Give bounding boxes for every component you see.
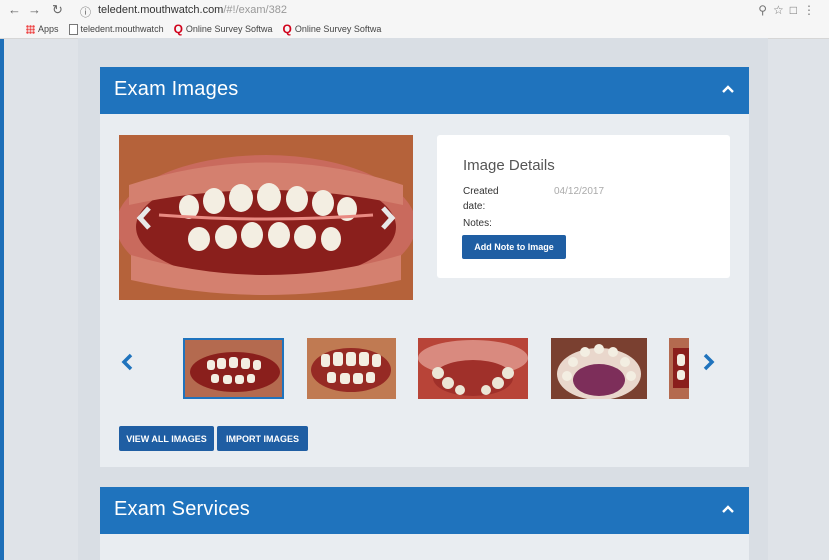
thumbs-next-icon[interactable] (702, 353, 716, 371)
thumbs-prev-icon[interactable] (120, 353, 134, 371)
page-icon (68, 23, 78, 35)
exam-services-header[interactable]: Exam Services (100, 487, 749, 534)
main-exam-image (119, 135, 413, 300)
bookmarks-bar: Apps teledent.mouthwatch Q Online Survey … (26, 22, 381, 36)
created-label-date: date: (463, 201, 486, 212)
reload-icon[interactable]: ↻ (52, 2, 63, 18)
thumbnail-5[interactable] (669, 338, 689, 399)
apps-icon (26, 24, 35, 34)
thumbnail-1[interactable] (183, 338, 284, 399)
url-path: /#!/exam/382 (223, 4, 287, 16)
exam-images-title: Exam Images (114, 78, 239, 100)
thumbnail-2[interactable] (307, 338, 396, 399)
browser-actions: ⚲☆□⋮ (758, 3, 821, 17)
add-note-button[interactable]: Add Note to Image (462, 235, 566, 259)
import-images-button[interactable]: IMPORT IMAGES (217, 426, 308, 451)
key-icon[interactable]: ⚲ (758, 3, 773, 17)
image-details-card: Image Details Created date: 04/12/2017 N… (437, 135, 730, 278)
next-image-icon[interactable] (376, 205, 398, 231)
collapse-icon[interactable] (719, 81, 737, 99)
forward-icon[interactable]: → (28, 2, 41, 17)
browser-chrome: ← → ↻ ⓘ teledent.mouthwatch.com/#!/exam/… (0, 0, 829, 39)
bookmark-survey-2[interactable]: Q Online Survey Softwa (282, 22, 381, 36)
image-details-title: Image Details (463, 157, 555, 174)
bookmark-teledent[interactable]: teledent.mouthwatch (68, 23, 164, 35)
notes-label: Notes: (463, 218, 492, 229)
exam-images-header[interactable]: Exam Images (100, 67, 749, 114)
thumbnail-4[interactable] (551, 338, 647, 399)
exam-services-panel: Exam Services (100, 487, 749, 560)
address-bar[interactable]: teledent.mouthwatch.com/#!/exam/382 (98, 4, 758, 20)
exam-services-title: Exam Services (114, 498, 250, 520)
collapse-icon[interactable] (719, 501, 737, 519)
url-host: teledent.mouthwatch.com (98, 4, 224, 16)
view-all-images-button[interactable]: VIEW ALL IMAGES (119, 426, 214, 451)
created-label: Created (463, 186, 499, 197)
star-icon[interactable]: ☆ (773, 3, 790, 17)
bookmark-apps[interactable]: Apps (26, 24, 59, 34)
qualtrics-icon: Q (173, 22, 183, 36)
window-edge (0, 0, 4, 560)
bookmark-survey-1[interactable]: Q Online Survey Softwa (174, 22, 273, 36)
back-icon[interactable]: ← (8, 2, 21, 17)
info-icon[interactable]: ⓘ (80, 4, 91, 20)
thumbnail-3[interactable] (418, 338, 528, 399)
menu-icon[interactable]: ⋮ (803, 3, 821, 17)
extension-icon[interactable]: □ (790, 3, 803, 17)
prev-image-icon[interactable] (134, 205, 156, 231)
qualtrics-icon: Q (282, 22, 292, 36)
created-date-value: 04/12/2017 (554, 186, 605, 197)
